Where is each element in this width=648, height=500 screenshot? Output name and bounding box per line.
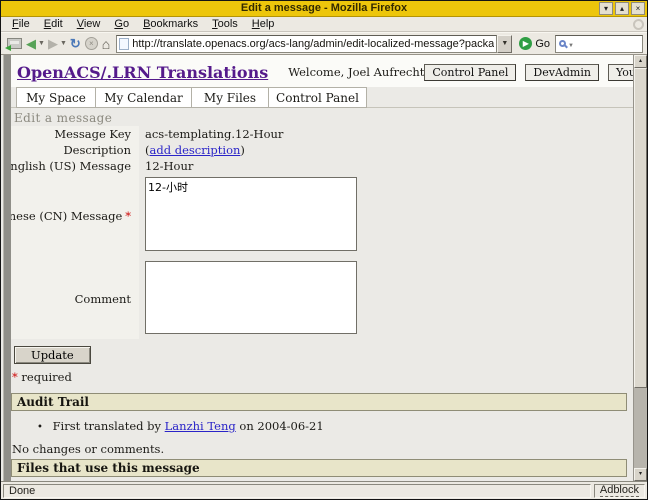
url-box: [116, 35, 497, 53]
required-note-asterisk: *: [12, 370, 18, 384]
comment-label: Comment: [11, 258, 139, 339]
back-dropdown-icon[interactable]: ▼: [38, 40, 45, 47]
devadmin-button[interactable]: DevAdmin: [525, 64, 599, 81]
your-account-button[interactable]: Your Account: [608, 64, 633, 81]
translator-link[interactable]: Lanzhi Teng: [165, 419, 236, 433]
required-note: * required: [12, 370, 633, 384]
status-text: Done: [3, 484, 591, 498]
scroll-up-icon[interactable]: ▴: [634, 55, 647, 68]
go-arrow-icon: ▶: [519, 37, 532, 50]
chinese-message-textarea[interactable]: 12-小时: [145, 177, 357, 251]
menu-help[interactable]: Help: [245, 17, 282, 31]
paren-close: ): [240, 143, 245, 157]
search-icon: [559, 40, 566, 47]
go-button[interactable]: ▶ Go: [519, 37, 550, 50]
page-content: OpenACS/.LRN Translations Welcome, Joel …: [11, 55, 633, 481]
window-controls: ▾ ▴ ×: [599, 2, 645, 15]
menu-view[interactable]: View: [70, 17, 108, 31]
navigation-toolbar: ◀ ▼ ▶ ▼ ↻ × ⌂ ▼ ▶ Go ▼: [1, 32, 647, 55]
search-input[interactable]: [576, 38, 639, 49]
scrollbar-thumb[interactable]: [634, 68, 647, 388]
description-value: (add description): [139, 142, 357, 158]
no-changes-text: No changes or comments.: [12, 442, 633, 456]
search-box: ▼: [555, 35, 643, 53]
reload-icon[interactable]: ↻: [70, 37, 81, 50]
back-icon[interactable]: ◀: [26, 37, 36, 50]
content-viewport: OpenACS/.LRN Translations Welcome, Joel …: [1, 55, 647, 481]
english-message-label: English (US) Message: [11, 158, 139, 174]
required-asterisk: *: [125, 209, 131, 223]
window-title: Edit a message - Mozilla Firefox: [1, 1, 647, 16]
minimize-icon[interactable]: ▾: [599, 2, 613, 15]
menu-go[interactable]: Go: [107, 17, 136, 31]
search-dropdown-icon[interactable]: ▼: [568, 43, 574, 49]
title-bar: Edit a message - Mozilla Firefox ▾ ▴ ×: [1, 1, 647, 17]
vertical-scrollbar[interactable]: ▴ ▾: [633, 55, 647, 481]
description-label: Description: [11, 142, 139, 158]
audit-entry-suffix: on 2004-06-21: [236, 419, 324, 433]
tab-my-files[interactable]: My Files: [191, 87, 269, 108]
audit-entry-prefix: First translated by: [53, 419, 165, 433]
print-icon-glyph: [7, 38, 22, 49]
add-description-link[interactable]: add description: [150, 143, 241, 157]
adblock-label: Adblock: [600, 484, 639, 497]
header-buttons: Control Panel DevAdmin Your Account Logo…: [424, 64, 633, 81]
menu-edit[interactable]: Edit: [37, 17, 70, 31]
site-header: OpenACS/.LRN Translations Welcome, Joel …: [11, 55, 633, 87]
edit-message-form: Message Key acs-templating.12-Hour Descr…: [11, 126, 633, 339]
tab-my-calendar[interactable]: My Calendar: [95, 87, 192, 108]
tab-my-space[interactable]: My Space: [16, 87, 96, 108]
maximize-icon[interactable]: ▴: [615, 2, 629, 15]
forward-icon[interactable]: ▶: [48, 37, 58, 50]
chinese-message-label-text: Chinese (CN) Message: [11, 209, 122, 223]
menu-file[interactable]: File: [5, 17, 37, 31]
nav-tabs: My Space My Calendar My Files Control Pa…: [11, 87, 633, 108]
message-key-label: Message Key: [11, 126, 139, 142]
close-icon[interactable]: ×: [631, 2, 645, 15]
stop-icon-glyph: ×: [85, 37, 98, 50]
update-button[interactable]: Update: [14, 346, 91, 364]
stop-icon[interactable]: ×: [85, 37, 98, 50]
throbber-icon: [633, 19, 644, 30]
page-favicon-icon: [119, 38, 129, 50]
home-icon[interactable]: ⌂: [102, 37, 110, 51]
chinese-message-label: Chinese (CN) Message *: [11, 174, 139, 258]
audit-entry: • First translated by Lanzhi Teng on 200…: [37, 419, 633, 433]
page-left-margin: [3, 55, 11, 481]
welcome-text: Welcome, Joel Aufrecht: [288, 65, 424, 79]
english-message-value: 12-Hour: [139, 158, 357, 174]
chinese-message-cell: 12-小时: [139, 174, 357, 258]
menu-bar: File Edit View Go Bookmarks Tools Help: [1, 17, 647, 32]
go-label: Go: [535, 38, 550, 50]
audit-trail-header: Audit Trail: [11, 393, 627, 411]
browser-window: Edit a message - Mozilla Firefox ▾ ▴ × F…: [0, 0, 648, 500]
url-dropdown-icon[interactable]: ▼: [497, 35, 512, 53]
site-brand-link[interactable]: OpenACS/.LRN Translations: [17, 63, 268, 82]
comment-cell: [139, 258, 357, 339]
page-title: Edit a message: [14, 111, 633, 125]
adblock-button[interactable]: Adblock: [594, 484, 645, 498]
files-header: Files that use this message: [11, 459, 627, 477]
print-icon[interactable]: [7, 38, 22, 49]
comment-textarea[interactable]: [145, 261, 357, 334]
url-input[interactable]: [132, 37, 494, 51]
control-panel-button[interactable]: Control Panel: [424, 64, 516, 81]
scroll-down-icon[interactable]: ▾: [634, 468, 647, 481]
status-bar: Done Adblock: [1, 481, 647, 499]
tab-control-panel[interactable]: Control Panel: [268, 87, 367, 108]
forward-dropdown-icon[interactable]: ▼: [60, 40, 67, 47]
message-key-value: acs-templating.12-Hour: [139, 126, 357, 142]
required-note-text: required: [21, 370, 71, 384]
menu-tools[interactable]: Tools: [205, 17, 245, 31]
bullet-icon: •: [37, 422, 43, 433]
url-bar-group: ▼: [116, 35, 512, 53]
menu-bookmarks[interactable]: Bookmarks: [136, 17, 205, 31]
